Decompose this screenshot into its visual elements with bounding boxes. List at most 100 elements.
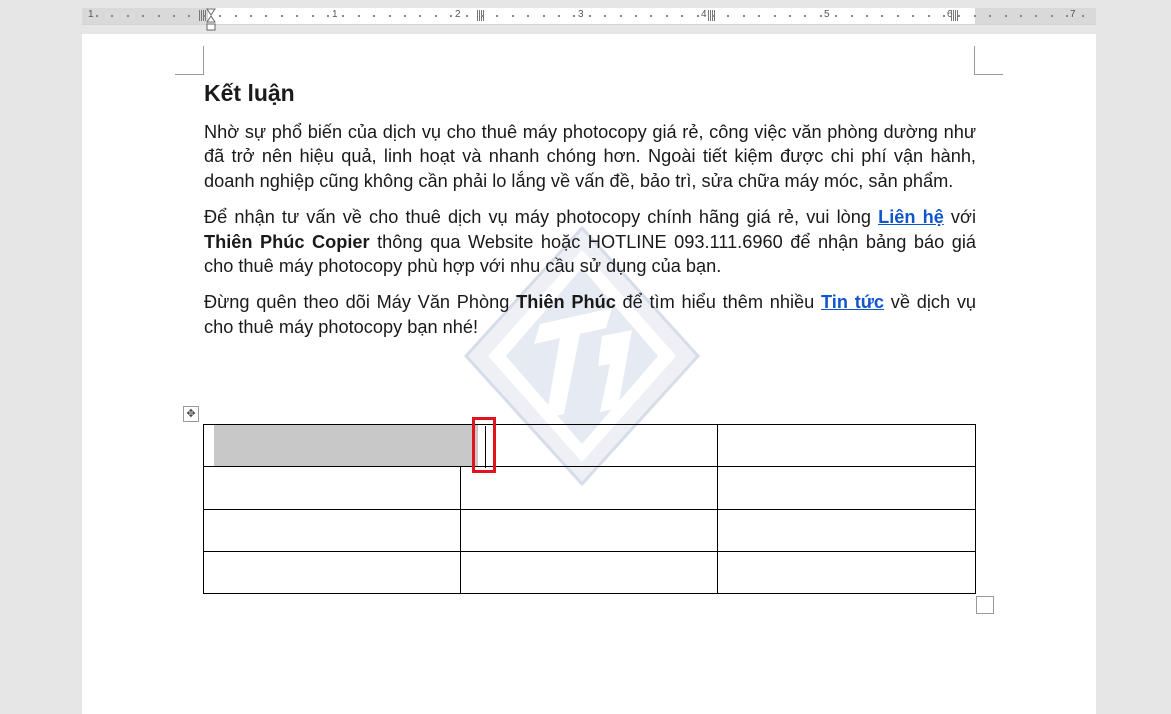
ruler-tick <box>250 15 252 17</box>
table-resize-handle[interactable] <box>976 596 994 614</box>
paragraph-3: Đừng quên theo dõi Máy Văn Phòng Thiên P… <box>204 290 976 339</box>
lien-he-link[interactable]: Liên hệ <box>878 207 944 227</box>
ruler-tick <box>650 15 652 17</box>
ruler-tick <box>851 15 853 17</box>
ruler-number: 5 <box>824 9 830 20</box>
table-cell[interactable] <box>203 508 461 552</box>
indent-marker-icon[interactable] <box>206 8 216 32</box>
ruler-tick <box>173 15 175 17</box>
paragraph-2: Để nhận tư vấn về cho thuê dịch vụ máy p… <box>204 205 976 278</box>
ruler-number: 2 <box>455 9 461 20</box>
tin-tuc-link[interactable]: Tin tức <box>821 292 884 312</box>
ruler-tick <box>681 15 683 17</box>
ruler-tick <box>235 15 237 17</box>
ruler-tick <box>620 15 622 17</box>
paragraph-1: Nhờ sự phổ biến của dịch vụ cho thuê máy… <box>204 122 976 191</box>
paragraph-text: Để nhận tư vấn về cho thuê dịch vụ máy p… <box>204 207 879 228</box>
paragraph-text: Đừng quên theo dõi Máy Văn Phòng <box>204 292 517 313</box>
table-row <box>203 550 976 595</box>
bold-text: Thiên Phúc Copier <box>204 231 370 252</box>
document-body[interactable]: Kết luận Nhờ sự phổ biến của dịch vụ cho… <box>204 78 976 351</box>
ruler-tick <box>573 15 575 17</box>
ruler-tick <box>558 15 560 17</box>
ruler-tick <box>296 15 298 17</box>
ruler-tick <box>589 15 591 17</box>
ruler-tick <box>1051 15 1053 17</box>
ruler-tick <box>727 15 729 17</box>
table-cell[interactable] <box>460 508 718 552</box>
ruler-number: 7 <box>1070 9 1076 20</box>
ruler-tick <box>496 15 498 17</box>
ruler-tick <box>989 15 991 17</box>
ruler-tick <box>142 15 144 17</box>
ruler-tick <box>188 15 190 17</box>
ruler-tick <box>312 15 314 17</box>
ruler-number: 1 <box>332 9 338 20</box>
ruler-tick <box>450 15 452 17</box>
ruler-tick <box>1020 15 1022 17</box>
ruler-number: 4 <box>701 9 707 20</box>
heading: Kết luận <box>204 80 295 106</box>
margin-corner-mark <box>175 46 204 75</box>
table-cell-selected[interactable] <box>203 423 478 468</box>
table-row <box>203 466 976 510</box>
table-move-handle-icon[interactable]: ✥ <box>183 406 199 422</box>
ruler-tick <box>389 15 391 17</box>
table-cell[interactable] <box>203 550 461 595</box>
table-cell[interactable] <box>460 423 718 468</box>
ruler-tick <box>697 15 699 17</box>
ruler-tick <box>804 15 806 17</box>
table-cell[interactable] <box>203 466 461 510</box>
document-table[interactable] <box>203 423 976 595</box>
ruler-tick <box>974 15 976 17</box>
ruler-tick <box>866 15 868 17</box>
ruler-tick <box>820 15 822 17</box>
ruler-tick <box>1066 15 1068 17</box>
table-cell[interactable] <box>717 466 976 510</box>
ruler-tick <box>881 15 883 17</box>
ruler-tick <box>435 15 437 17</box>
ruler-tick <box>219 15 221 17</box>
highlight-box <box>472 417 496 473</box>
ruler-tick <box>666 15 668 17</box>
ruler-tick <box>958 15 960 17</box>
table-cell[interactable] <box>717 550 976 595</box>
ruler-tick <box>527 15 529 17</box>
ruler-tick <box>404 15 406 17</box>
ruler-tick <box>358 15 360 17</box>
ruler-tick <box>604 15 606 17</box>
ruler-tick <box>1005 15 1007 17</box>
ruler-tick <box>897 15 899 17</box>
ruler-tick <box>789 15 791 17</box>
ruler-tick <box>512 15 514 17</box>
ruler-number: 3 <box>578 9 584 20</box>
ruler-tick <box>743 15 745 17</box>
ruler-tick <box>943 15 945 17</box>
ruler-tick <box>758 15 760 17</box>
table-cell[interactable] <box>460 466 718 510</box>
paragraph-text: với <box>943 207 976 228</box>
ruler-tick <box>928 15 930 17</box>
table-cell[interactable] <box>460 550 718 595</box>
ruler-tick <box>419 15 421 17</box>
bold-text: Thiên Phúc <box>516 292 616 313</box>
ruler-tick <box>96 15 98 17</box>
ruler-tick <box>342 15 344 17</box>
ruler-tick <box>111 15 113 17</box>
ruler-tick <box>835 15 837 17</box>
ruler-number: 1 <box>88 9 94 20</box>
table-row <box>203 508 976 552</box>
ruler-tick <box>912 15 914 17</box>
ruler-tick <box>543 15 545 17</box>
ruler-tick <box>481 15 483 17</box>
horizontal-ruler[interactable]: 1 1 2 3 4 5 6 7 <box>82 8 1096 31</box>
margin-corner-mark <box>974 46 1003 75</box>
ruler-tick <box>712 15 714 17</box>
ruler-tick <box>327 15 329 17</box>
ruler-tick <box>127 15 129 17</box>
ruler-tick <box>466 15 468 17</box>
document-page[interactable]: Kết luận Nhờ sự phổ biến của dịch vụ cho… <box>82 34 1096 714</box>
table-cell[interactable] <box>717 508 976 552</box>
ruler-tick <box>1082 15 1084 17</box>
table-cell[interactable] <box>717 423 976 468</box>
